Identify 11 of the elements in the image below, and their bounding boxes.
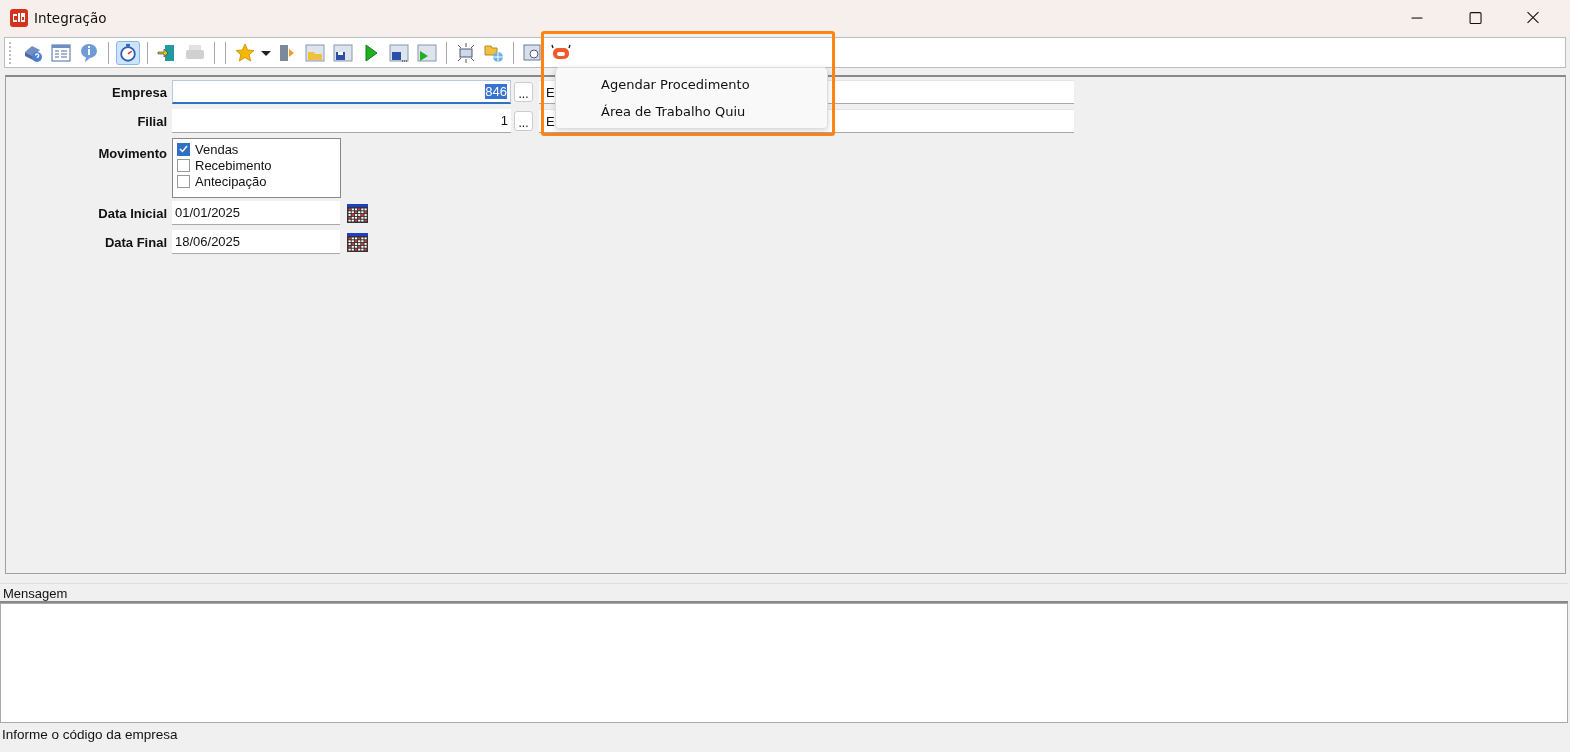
- option-label: Antecipação: [195, 173, 267, 189]
- option-label: Vendas: [195, 141, 239, 157]
- messages-header: Mensagem: [0, 583, 1568, 603]
- field-label: Movimento: [97, 145, 168, 161]
- option-label: Recebimento: [195, 157, 272, 173]
- status-text: Informe o código da empresa: [2, 726, 178, 742]
- field-label: Filial: [136, 113, 168, 129]
- field-label: Empresa: [111, 84, 168, 100]
- field-label: Data Inicial: [97, 205, 168, 221]
- field-label: Data Final: [103, 234, 168, 250]
- window-title: Integração: [34, 9, 107, 26]
